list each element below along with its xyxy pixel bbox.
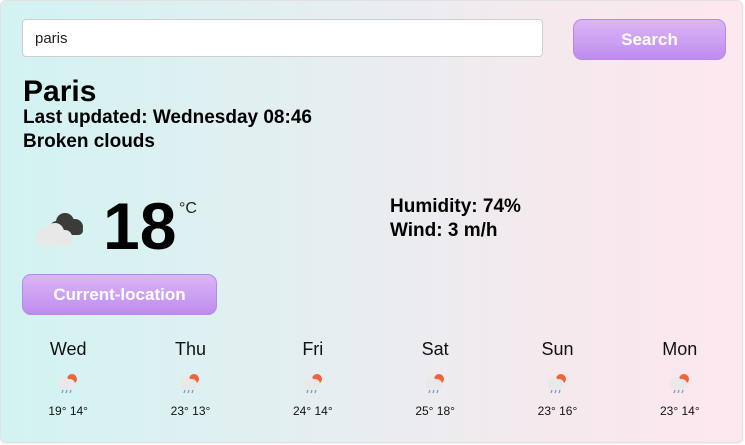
rain-sun-icon xyxy=(177,370,203,396)
forecast-list: Wed 19° 14° Thu 23° 13° Fri 24° 14° Sat xyxy=(7,338,741,428)
forecast-day: Mon 23° 14° xyxy=(619,338,741,428)
city-name: Paris xyxy=(23,75,97,108)
humidity: Humidity: 74% xyxy=(390,196,521,217)
rain-sun-icon xyxy=(667,370,693,396)
search-button[interactable]: Search xyxy=(573,19,726,60)
forecast-temps: 23° 16° xyxy=(537,404,578,418)
forecast-day: Thu 23° 13° xyxy=(129,338,251,428)
rain-sun-icon xyxy=(300,370,326,396)
forecast-temps: 23° 13° xyxy=(170,404,211,418)
forecast-temps: 24° 14° xyxy=(293,404,333,418)
weather-description: Broken clouds xyxy=(23,131,155,152)
forecast-day-name: Sun xyxy=(541,339,574,359)
forecast-day: Wed 19° 14° xyxy=(7,338,129,428)
temperature-unit[interactable]: °C xyxy=(179,200,197,218)
forecast-day-name: Sat xyxy=(421,339,449,359)
weather-card: Search Paris Last updated: Wednesday 08:… xyxy=(0,0,743,443)
forecast-temps: 23° 14° xyxy=(659,404,700,418)
rain-sun-icon xyxy=(55,370,81,396)
forecast-day: Sat 25° 18° xyxy=(374,338,496,428)
current-location-button[interactable]: Current-location xyxy=(22,274,217,315)
search-input[interactable] xyxy=(22,19,543,57)
forecast-day-name: Mon xyxy=(662,339,698,359)
rain-sun-icon xyxy=(544,370,570,396)
forecast-temps: 25° 18° xyxy=(415,404,455,418)
rain-sun-icon xyxy=(422,370,448,396)
wind: Wind: 3 m/h xyxy=(390,220,498,241)
forecast-day-name: Wed xyxy=(49,339,87,359)
forecast-day: Sun 23° 16° xyxy=(496,338,618,428)
broken-clouds-icon xyxy=(31,206,89,250)
last-updated: Last updated: Wednesday 08:46 xyxy=(23,107,312,128)
forecast-day-name: Fri xyxy=(302,339,324,359)
forecast-day-name: Thu xyxy=(174,339,206,359)
forecast-temps: 19° 14° xyxy=(48,404,88,418)
current-temperature: 18 xyxy=(103,189,177,263)
forecast-day: Fri 24° 14° xyxy=(252,338,374,428)
